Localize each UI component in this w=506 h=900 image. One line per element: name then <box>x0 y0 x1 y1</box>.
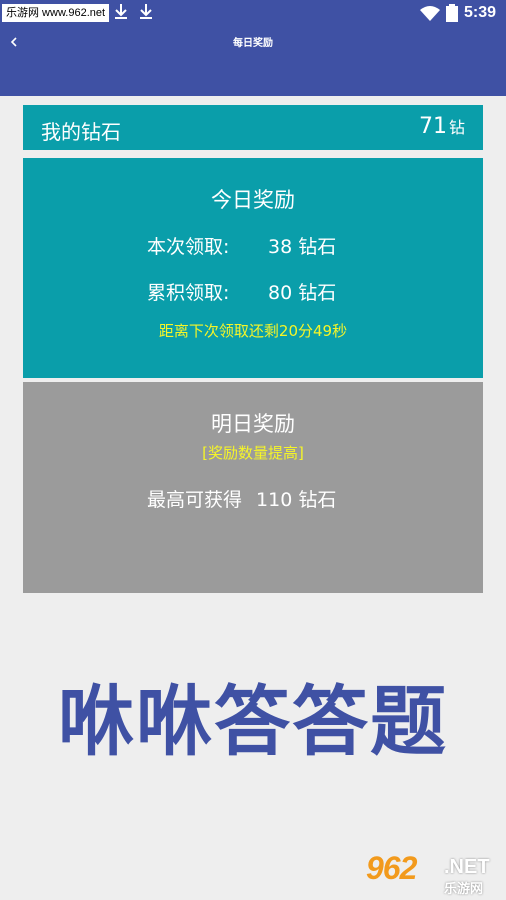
total-claim-value: 80 钻石 <box>268 282 337 304</box>
total-claim-row: 累积领取: 80 钻石 <box>147 278 336 305</box>
today-reward-title: 今日奖励 <box>211 188 295 212</box>
battery-icon <box>445 4 458 22</box>
tomorrow-reward-subtitle: [奖励数量提高] <box>202 444 304 462</box>
my-diamonds-value: 71 钻 <box>419 114 465 139</box>
max-reward-row: 最高可获得 110 钻石 <box>147 485 336 512</box>
download-icon <box>115 4 127 19</box>
status-bar: 乐游网 www.962.net 5:39 <box>0 0 506 26</box>
tomorrow-reward-card: 明日奖励 [奖励数量提高] 最高可获得 110 钻石 <box>23 382 483 593</box>
app-name-banner: 咻咻答答题 <box>58 677 448 766</box>
current-claim-row: 本次领取: 38 钻石 <box>147 232 336 259</box>
diamond-count: 71 <box>418 114 447 139</box>
current-claim-label: 本次领取: <box>147 236 230 258</box>
app-bar: 每日奖励 <box>0 26 506 96</box>
next-claim-countdown: 距离下次领取还剩20分49秒 <box>158 322 348 340</box>
status-time: 5:39 <box>463 4 496 21</box>
current-claim-value: 38 钻石 <box>268 236 337 258</box>
watermark-logo-number: 962 <box>366 850 417 886</box>
tomorrow-reward-title: 明日奖励 <box>211 412 295 436</box>
download-icon <box>140 4 152 19</box>
today-reward-card[interactable]: 今日奖励 本次领取: 38 钻石 累积领取: 80 钻石 距离下次领取还剩20分49… <box>23 158 483 378</box>
wifi-icon <box>419 6 440 21</box>
my-diamonds-card: 我的钻石 71 钻 <box>23 105 483 150</box>
watermark-text: 乐游网 www.962.net <box>2 4 110 22</box>
watermark-logo-suffix: .NET <box>444 856 490 878</box>
page-title: 每日奖励 <box>233 38 273 49</box>
my-diamonds-label: 我的钻石 <box>41 120 121 144</box>
max-reward-label: 最高可获得 <box>147 489 243 511</box>
watermark-logo: 962 .NET 乐游网 <box>366 850 502 897</box>
watermark-logo-cn: 乐游网 <box>444 882 484 897</box>
diamond-unit: 钻 <box>448 118 465 137</box>
max-reward-value: 110 钻石 <box>256 489 337 511</box>
total-claim-label: 累积领取: <box>147 282 230 304</box>
